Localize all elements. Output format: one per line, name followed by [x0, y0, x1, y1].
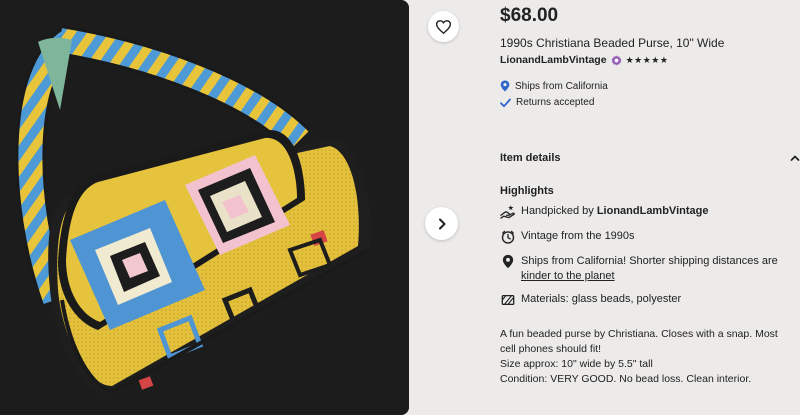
handpicked-prefix: Handpicked by [521, 205, 597, 217]
ships-from-text: Ships from California [515, 80, 608, 92]
location-pin-icon [500, 80, 510, 92]
price: $68.00 [500, 5, 559, 26]
location-pin-icon [500, 254, 515, 269]
kinder-to-planet-link[interactable]: kinder to the planet [521, 270, 615, 282]
ships-highlight-text: Ships from California! Shorter shipping … [521, 255, 778, 267]
description-line: A fun beaded purse by Christiana. Closes… [500, 328, 778, 355]
seller-rating-stars[interactable]: ★★★★★ [626, 55, 669, 66]
beaded-purse-image [0, 0, 409, 415]
clock-icon [500, 229, 515, 244]
highlight-handpicked: Handpicked by LionandLambVintage [500, 204, 790, 219]
heart-icon [436, 19, 451, 34]
returns-feature: Returns accepted [500, 97, 594, 108]
chevron-right-icon [438, 218, 445, 229]
highlight-vintage: Vintage from the 1990s [500, 229, 790, 244]
listing-details: $68.00 1990s Christiana Beaded Purse, 10… [500, 0, 800, 415]
highlight-materials: Materials: glass beads, polyester [500, 292, 790, 307]
item-description: A fun beaded purse by Christiana. Closes… [500, 327, 795, 387]
favorite-button[interactable] [428, 11, 459, 42]
vintage-text: Vintage from the 1990s [521, 230, 635, 242]
returns-text: Returns accepted [516, 97, 595, 108]
handpicked-seller-link[interactable]: LionandLambVintage [597, 205, 709, 217]
star-seller-badge-icon [611, 54, 621, 66]
checkmark-icon [500, 98, 511, 107]
item-details-heading: Item details [500, 152, 561, 164]
description-line: Condition: VERY GOOD. No bead loss. Clea… [500, 373, 752, 385]
next-image-button[interactable] [425, 207, 458, 240]
product-photo[interactable] [0, 0, 409, 415]
ships-from-feature: Ships from California [500, 80, 608, 92]
materials-text: Materials: glass beads, polyester [521, 293, 682, 305]
listing-title: 1990s Christiana Beaded Purse, 10" Wide [500, 36, 725, 50]
materials-icon [500, 292, 515, 307]
seller-name-link[interactable]: LionandLambVintage [500, 54, 607, 66]
hand-icon [500, 204, 515, 219]
chevron-up-icon [790, 155, 800, 161]
seller-row: LionandLambVintage ★★★★★ [500, 54, 668, 66]
highlights-heading: Highlights [500, 185, 554, 197]
item-details-toggle[interactable]: Item details [500, 152, 800, 164]
highlight-ships: Ships from California! Shorter shipping … [500, 254, 790, 284]
description-line: Size approx: 10" wide by 5.5" tall [500, 358, 653, 370]
